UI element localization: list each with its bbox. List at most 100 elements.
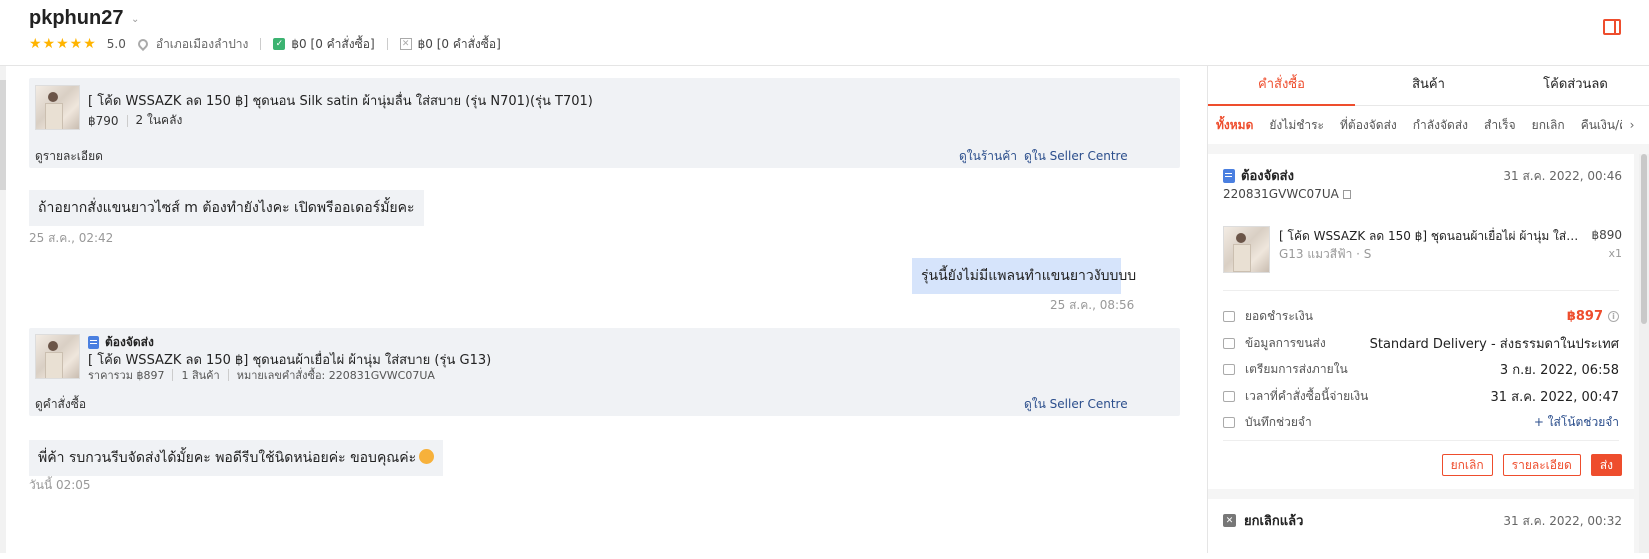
shipping-row: ข้อมูลการขนส่ง Standard Delivery - ส่งธร… bbox=[1223, 333, 1619, 353]
subtab-unpaid[interactable]: ยังไม่ชำระ bbox=[1269, 116, 1324, 135]
tab-orders[interactable]: คำสั่งซื้อ bbox=[1208, 66, 1355, 106]
order-id-text: 220831GVWC07UA bbox=[1223, 187, 1339, 201]
order-product-image[interactable] bbox=[1223, 226, 1270, 273]
cancelled-x-icon: ✕ bbox=[399, 38, 412, 50]
note-icon bbox=[1223, 416, 1235, 428]
divider bbox=[1223, 290, 1619, 291]
chat-header: pkphun27 ⌄ ★★★★★ 5.0 อำเภอเมืองลำปาง ✓ ฿… bbox=[0, 0, 1649, 66]
order-status-icon bbox=[88, 336, 99, 349]
view-seller-centre-link[interactable]: ดูใน Seller Centre bbox=[1024, 147, 1128, 166]
subtab-refund[interactable]: คืนเงิน/คื bbox=[1581, 116, 1627, 135]
prepare-value: 3 ก.ย. 2022, 06:58 bbox=[1499, 362, 1619, 378]
order-status: ต้องจัดส่ง bbox=[1223, 165, 1294, 186]
chat-area: [ โค้ด WSSAZK ลด 150 ฿] ชุดนอน Silk sati… bbox=[6, 66, 1206, 553]
order-status: ✕ ยกเลิกแล้ว bbox=[1223, 510, 1303, 531]
product-price: ฿790 bbox=[88, 113, 119, 128]
cancelled-orders: ฿0 [0 คำสั่งซื้อ] bbox=[417, 36, 501, 51]
copy-icon[interactable] bbox=[1342, 189, 1351, 199]
order-id: 220831GVWC07UA bbox=[1223, 187, 1351, 201]
product-image[interactable] bbox=[35, 85, 80, 130]
prepare-label: เตรียมการส่งภายใน bbox=[1245, 361, 1348, 376]
truck-icon bbox=[1223, 337, 1235, 349]
cancelled-icon: ✕ bbox=[1223, 514, 1236, 527]
order-variation: G13 แมวสีฟ้า · S bbox=[1279, 247, 1372, 261]
message-bubble: ถ้าอยากสั่งแขนยาวไซส์ m ต้องทำยังไงคะ เป… bbox=[29, 190, 424, 226]
order-details-button[interactable]: รายละเอียด bbox=[1502, 454, 1581, 476]
message-bubble: พี่ค้า รบกวนรีบจัดส่งได้มั้ยคะ พอดีรีบใช… bbox=[29, 440, 444, 476]
order-date: 31 ส.ค. 2022, 00:32 bbox=[1503, 514, 1622, 528]
chevron-down-icon[interactable]: ⌄ bbox=[131, 14, 139, 25]
order-status-text: ต้องจัดส่ง bbox=[1241, 169, 1294, 184]
completed-orders: ฿0 [0 คำสั่งซื้อ] bbox=[291, 36, 375, 51]
order-product-title[interactable]: [ โค้ด WSSAZK ลด 150 ฿] ชุดนอนผ้าเยื่อไผ… bbox=[1279, 227, 1579, 246]
add-note-link[interactable]: + ใส่โน้ตช่วยจำ bbox=[1534, 413, 1619, 432]
ship-button[interactable]: ส่ง bbox=[1590, 454, 1622, 476]
message-time: วันนี้ 02:05 bbox=[29, 478, 91, 492]
payment-label: ยอดชำระเงิน bbox=[1245, 308, 1313, 323]
shipping-value: Standard Delivery - ส่งธรรมดาในประเทศ bbox=[1369, 336, 1619, 352]
order-product-image[interactable] bbox=[35, 334, 80, 379]
divider bbox=[386, 38, 388, 50]
order-date: 31 ส.ค. 2022, 00:46 bbox=[1503, 169, 1622, 183]
shop-location: อำเภอเมืองลำปาง bbox=[155, 36, 249, 51]
panel-tabs: คำสั่งซื้อ สินค้า โค้ดส่วนลด bbox=[1208, 66, 1649, 106]
order-items: 1 สินค้า bbox=[181, 369, 220, 382]
shop-name[interactable]: pkphun27 bbox=[29, 7, 123, 30]
divider bbox=[260, 38, 262, 50]
view-order-link[interactable]: ดูคำสั่งซื้อ bbox=[35, 395, 86, 414]
wallet-icon bbox=[1223, 310, 1235, 322]
info-icon[interactable]: i bbox=[1608, 310, 1619, 322]
payment-value: ฿897 i bbox=[1567, 309, 1619, 324]
product-title[interactable]: [ โค้ด WSSAZK ลด 150 ฿] ชุดนอน Silk sati… bbox=[88, 90, 593, 111]
note-label: บันทึกช่วยจำ bbox=[1245, 414, 1312, 429]
order-total: ราคารวม ฿897 bbox=[88, 369, 165, 382]
order-product-qty: x1 bbox=[1608, 247, 1622, 260]
order-card: ต้องจัดส่ง 31 ส.ค. 2022, 00:46 220831GVW… bbox=[1208, 154, 1634, 489]
subtab-to-ship[interactable]: ที่ต้องจัดส่ง bbox=[1340, 116, 1397, 135]
order-card-cancelled: ✕ ยกเลิกแล้ว 31 ส.ค. 2022, 00:32 bbox=[1208, 499, 1634, 559]
view-in-shop-link[interactable]: ดูในร้านค้า bbox=[959, 147, 1017, 166]
order-status-text: ยกเลิกแล้ว bbox=[1244, 514, 1304, 529]
location-pin-icon bbox=[135, 36, 150, 52]
tab-vouchers[interactable]: โค้ดส่วนลด bbox=[1502, 66, 1649, 105]
clock-icon bbox=[1223, 390, 1235, 402]
message-text: พี่ค้า รบกวนรีบจัดส่งได้มั้ยคะ พอดีรีบใช… bbox=[38, 450, 417, 466]
panel-toggle-icon[interactable] bbox=[1603, 19, 1621, 35]
rating-value: 5.0 bbox=[106, 37, 126, 51]
product-meta: ฿790 2 ในคลัง bbox=[88, 111, 182, 130]
note-row: บันทึกช่วยจำ + ใส่โน้ตช่วยจำ bbox=[1223, 412, 1619, 432]
chevron-right-icon[interactable]: › bbox=[1622, 106, 1642, 144]
tab-products[interactable]: สินค้า bbox=[1355, 66, 1502, 105]
view-seller-centre-link[interactable]: ดูใน Seller Centre bbox=[1024, 395, 1128, 414]
paid-time-label: เวลาที่คำสั่งซื้อนี้จ่ายเงิน bbox=[1245, 388, 1369, 403]
my-message-bubble: รุ่นนี้ยังไม่มีแพลนทำแขนยาวงับบบบ bbox=[912, 258, 1136, 294]
prepare-row: เตรียมการส่งภายใน 3 ก.ย. 2022, 06:58 bbox=[1223, 359, 1619, 379]
view-details-link[interactable]: ดูรายละเอียด bbox=[35, 147, 103, 166]
shipping-label: ข้อมูลการขนส่ง bbox=[1245, 335, 1326, 350]
subtab-completed[interactable]: สำเร็จ bbox=[1484, 116, 1516, 135]
subtab-all[interactable]: ทั้งหมด bbox=[1216, 116, 1253, 135]
scrollbar-thumb[interactable] bbox=[1641, 154, 1647, 324]
order-panel: คำสั่งซื้อ สินค้า โค้ดส่วนลด ทั้งหมด ยัง… bbox=[1207, 66, 1649, 559]
payment-row: ยอดชำระเงิน ฿897 i bbox=[1223, 306, 1619, 326]
payment-amount: ฿897 bbox=[1566, 308, 1603, 324]
order-number: หมายเลขคำสั่งซื้อ: 220831GVWC07UA bbox=[236, 369, 435, 382]
smile-emoji-icon bbox=[419, 449, 435, 464]
completed-check-icon: ✓ bbox=[273, 38, 286, 50]
rating-stars-icon: ★★★★★ bbox=[29, 36, 97, 52]
cancel-order-button[interactable]: ยกเลิก bbox=[1441, 454, 1493, 476]
paid-time-row: เวลาที่คำสั่งซื้อนี้จ่ายเงิน 31 ส.ค. 202… bbox=[1223, 386, 1619, 406]
order-product-price: ฿890 bbox=[1591, 228, 1622, 242]
subtab-shipping[interactable]: กำลังจัดส่ง bbox=[1413, 116, 1468, 135]
divider bbox=[172, 369, 174, 381]
product-card: [ โค้ด WSSAZK ลด 150 ฿] ชุดนอน Silk sati… bbox=[29, 78, 1180, 168]
order-actions: ยกเลิก รายละเอียด ส่ง bbox=[1432, 454, 1622, 476]
panel-scrollbar[interactable] bbox=[1639, 154, 1649, 553]
message-time: 25 ส.ค., 02:42 bbox=[29, 231, 114, 245]
subtab-cancelled[interactable]: ยกเลิก bbox=[1532, 116, 1565, 135]
order-meta: ราคารวม ฿897 1 สินค้า หมายเลขคำสั่งซื้อ:… bbox=[88, 366, 435, 384]
divider bbox=[227, 369, 229, 381]
paid-time-value: 31 ส.ค. 2022, 00:47 bbox=[1490, 389, 1619, 405]
order-status-icon bbox=[1223, 168, 1235, 183]
shop-info: ★★★★★ 5.0 อำเภอเมืองลำปาง ✓ ฿0 [0 คำสั่ง… bbox=[29, 35, 501, 53]
